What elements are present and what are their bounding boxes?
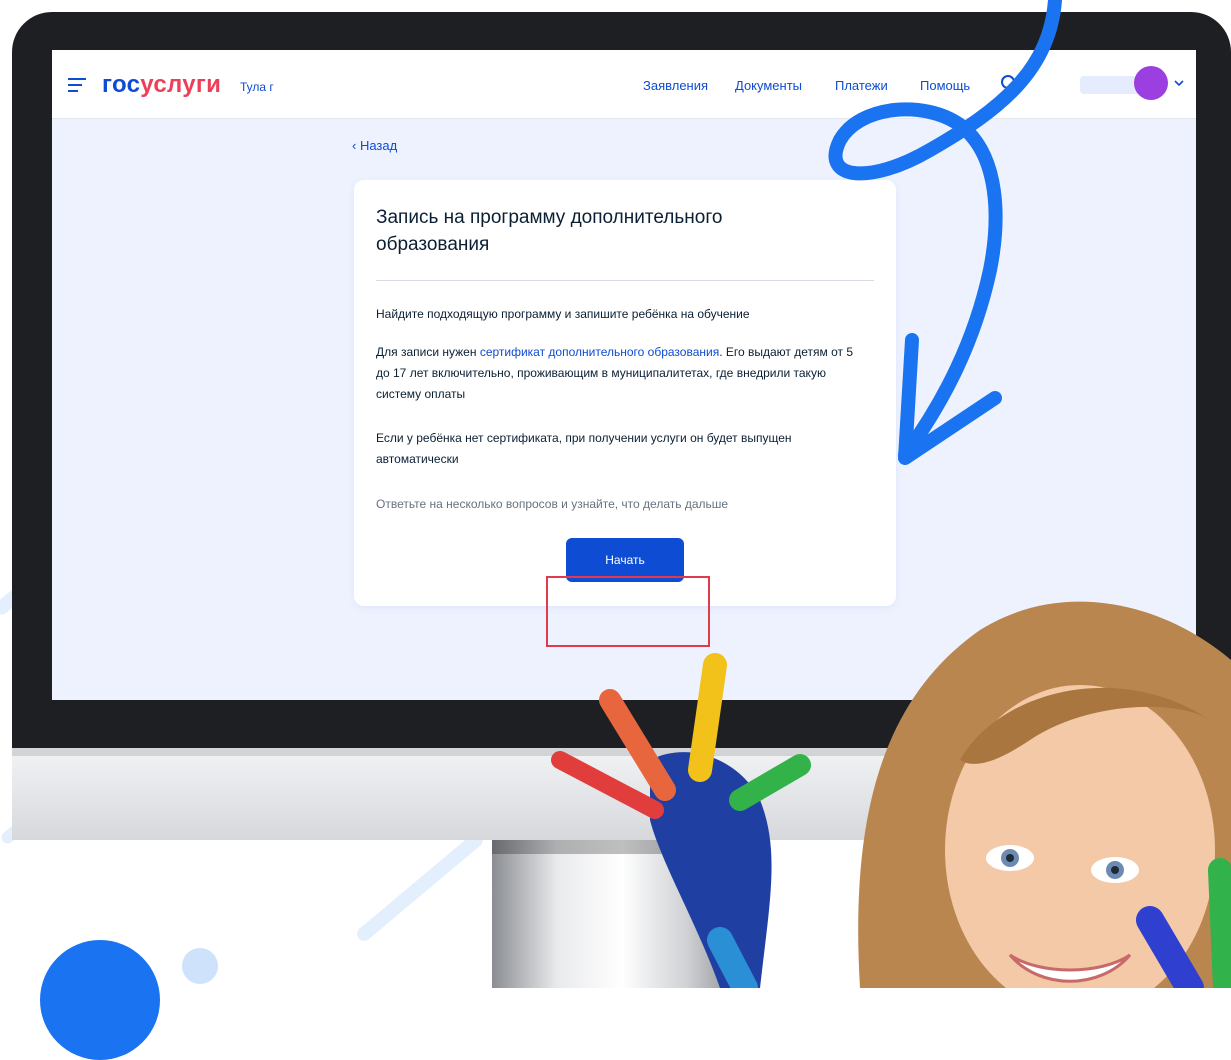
child-photo	[551, 601, 1231, 988]
